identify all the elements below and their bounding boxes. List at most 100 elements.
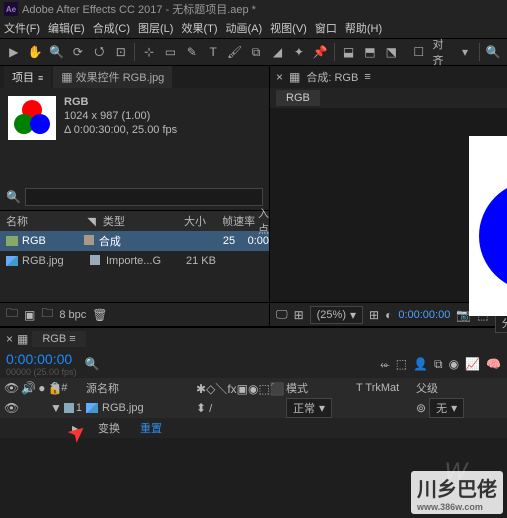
local-axis-icon[interactable]: ⬓: [341, 43, 356, 61]
puppet-tool-icon[interactable]: 📌: [313, 43, 328, 61]
separator: [334, 43, 335, 61]
new-folder-icon[interactable]: 🗀: [41, 304, 53, 325]
rotate-tool-icon[interactable]: ⭯: [92, 43, 107, 61]
comp-tab[interactable]: RGB: [276, 90, 320, 106]
comp-mini-flow-icon[interactable]: ⬰: [380, 357, 390, 372]
zoom-dropdown[interactable]: (25%)▾: [310, 306, 363, 324]
separator: [479, 43, 480, 61]
delete-icon[interactable]: 🗑: [92, 308, 107, 322]
timeline-layer-row[interactable]: 👁 ▼1 RGB.jpg ⬍ / 正常▾ ⊚ 无▾: [0, 398, 507, 418]
grid-icon[interactable]: ▦: [289, 70, 300, 84]
brain-icon[interactable]: 🧠: [486, 357, 501, 372]
comp-thumbnail: [8, 96, 56, 140]
project-item-row[interactable]: RGB 合成 25 0:00: [0, 231, 269, 251]
zoom-tool-icon[interactable]: 🔍: [49, 43, 64, 61]
panel-grip-icon: ▦: [17, 332, 28, 346]
view-axis-icon[interactable]: ⬔: [384, 43, 399, 61]
menu-view[interactable]: 视图(V): [270, 20, 307, 36]
current-timecode[interactable]: 0:00:00:00: [6, 351, 77, 367]
frame-blend-icon[interactable]: ⧉: [434, 357, 443, 372]
twirl-transform-icon[interactable]: ▸: [72, 421, 78, 435]
new-comp-icon[interactable]: ▣: [24, 308, 35, 322]
comp-dimensions: 1024 x 987 (1.00): [64, 110, 177, 122]
viewer-timecode[interactable]: 0:00:00:00: [398, 309, 450, 321]
col-inpoint[interactable]: 入点: [258, 205, 269, 237]
pen-tool-icon[interactable]: ✎: [184, 43, 199, 61]
interpret-footage-icon[interactable]: 🗀: [6, 304, 18, 325]
menu-edit[interactable]: 编辑(E): [48, 20, 85, 36]
search-help-icon[interactable]: 🔍: [486, 43, 501, 61]
world-axis-icon[interactable]: ⬒: [362, 43, 377, 61]
menu-animation[interactable]: 动画(A): [226, 20, 263, 36]
app-icon: Ae: [4, 2, 18, 16]
composition-viewer[interactable]: [270, 108, 507, 302]
col-label-icon[interactable]: ◥: [87, 215, 103, 228]
align-label[interactable]: 对齐: [432, 36, 451, 68]
audio-col-icon: 🔊: [21, 381, 36, 395]
project-search-input[interactable]: [25, 188, 263, 206]
lock-icon[interactable]: ×: [276, 70, 283, 84]
separator: [134, 43, 135, 61]
col-source-name[interactable]: 源名称: [86, 380, 196, 396]
composition-panel: × ▦ 合成: RGB ≡ RGB 🖵 ⊞ (25%)▾ ⊞ ◐ 0:00:00…: [270, 66, 507, 326]
brush-tool-icon[interactable]: 🖌: [227, 43, 242, 61]
label-col-icon: ◥: [50, 381, 59, 395]
watermark-logo: W: [444, 458, 467, 486]
search-icon: 🔍: [6, 190, 21, 204]
layer-name: RGB.jpg: [102, 402, 144, 414]
graph-editor-icon[interactable]: 📈: [465, 357, 480, 372]
col-parent[interactable]: 父级: [416, 380, 507, 396]
project-item-row[interactable]: RGB.jpg Importe...G 21 KB: [0, 251, 269, 271]
twirl-icon[interactable]: ▼: [50, 401, 62, 415]
menu-layer[interactable]: 图层(L): [138, 20, 173, 36]
comp-icon: [6, 236, 18, 246]
menu-help[interactable]: 帮助(H): [345, 20, 382, 36]
motion-blur-icon[interactable]: ◉: [449, 357, 459, 372]
col-trkmat[interactable]: T TrkMat: [356, 382, 416, 394]
eye-icon[interactable]: 👁: [4, 401, 19, 415]
grid-toggle-icon[interactable]: ⊞: [369, 308, 379, 322]
draft3d-icon[interactable]: ⬚: [396, 357, 407, 372]
clone-tool-icon[interactable]: ⧉: [248, 43, 263, 61]
snap-icon[interactable]: ☐: [411, 43, 426, 61]
tl-search-icon[interactable]: 🔍: [85, 357, 100, 371]
menu-composition[interactable]: 合成(C): [93, 20, 130, 36]
align-chevron-icon[interactable]: ▾: [457, 43, 472, 61]
solo-col-icon: ●: [38, 381, 45, 395]
camera-tool-icon[interactable]: ⊡: [113, 43, 128, 61]
timeline-tab[interactable]: RGB ≡: [32, 331, 85, 347]
roto-tool-icon[interactable]: ✦: [291, 43, 306, 61]
reset-link[interactable]: 重置: [140, 420, 162, 436]
mask-toggle-icon[interactable]: ◐: [385, 308, 392, 322]
selection-tool-icon[interactable]: ▶: [6, 43, 21, 61]
orbit-tool-icon[interactable]: ⟳: [70, 43, 85, 61]
close-tab-icon[interactable]: ×: [6, 332, 13, 346]
col-size[interactable]: 大小: [171, 213, 219, 229]
blend-mode-dropdown[interactable]: 正常▾: [286, 398, 332, 418]
hand-tool-icon[interactable]: ✋: [27, 43, 42, 61]
col-framerate[interactable]: 帧速率: [219, 213, 258, 229]
tab-effect-controls[interactable]: ▦ 效果控件 RGB.jpg: [53, 66, 172, 88]
pickwhip-icon[interactable]: ⊚: [416, 401, 426, 415]
menu-effect[interactable]: 效果(T): [181, 20, 217, 36]
mag-ratio-icon[interactable]: 🖵: [276, 307, 288, 322]
anchor-tool-icon[interactable]: ⊹: [141, 43, 156, 61]
text-tool-icon[interactable]: T: [206, 43, 221, 61]
col-mode[interactable]: 模式: [286, 380, 356, 396]
col-name[interactable]: 名称: [0, 213, 87, 229]
transform-group[interactable]: 变换: [98, 420, 120, 436]
bpc-button[interactable]: 8 bpc: [59, 309, 86, 321]
frame-subtext: 00000 (25.00 fps): [6, 367, 77, 377]
menu-window[interactable]: 窗口: [315, 20, 337, 36]
image-icon: [6, 256, 18, 266]
shy-icon[interactable]: 👤: [413, 357, 428, 372]
menu-file[interactable]: 文件(F): [4, 20, 40, 36]
eraser-tool-icon[interactable]: ◢: [270, 43, 285, 61]
rect-tool-icon[interactable]: ▭: [163, 43, 178, 61]
window-title: Adobe After Effects CC 2017 - 无标题项目.aep …: [22, 1, 256, 17]
tab-project[interactable]: 项目≡: [4, 66, 51, 88]
res-icon[interactable]: ⊞: [294, 308, 304, 322]
col-type[interactable]: 类型: [103, 213, 171, 229]
comp-name: RGB: [64, 96, 177, 108]
parent-dropdown[interactable]: 无▾: [429, 398, 464, 418]
